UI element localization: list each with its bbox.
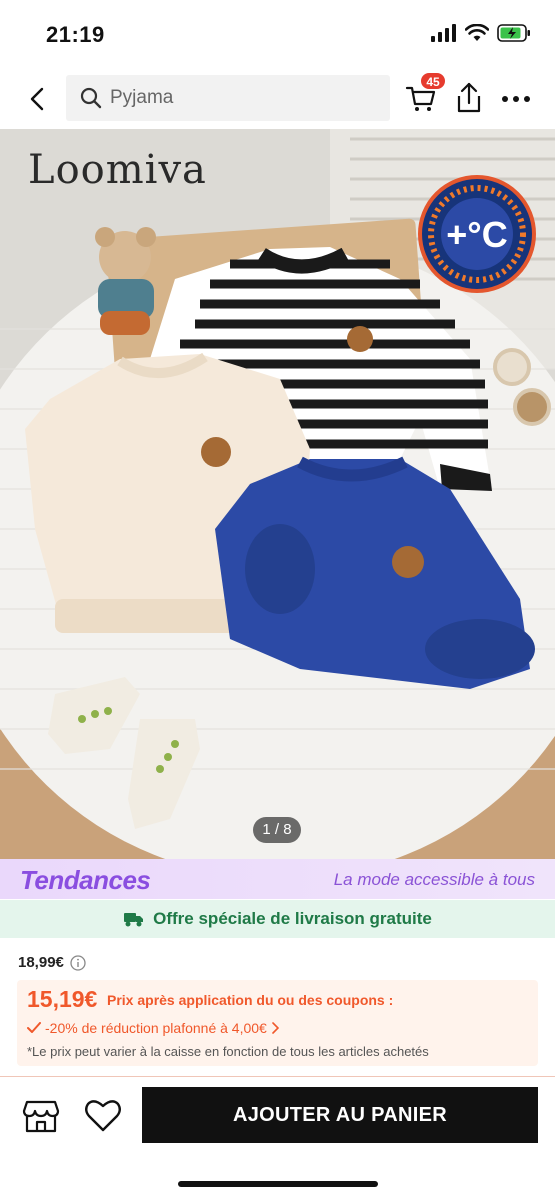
warmth-badge-icon: +°C	[418, 175, 536, 293]
back-button[interactable]	[20, 82, 54, 116]
status-icons	[431, 24, 531, 42]
original-price-row: 18,99€	[18, 954, 86, 971]
chevron-right-icon	[272, 1022, 279, 1034]
signal-icon	[431, 24, 456, 42]
back-arrow-icon	[30, 87, 44, 111]
original-price: 18,99€	[18, 954, 64, 971]
trends-logo: Tendances	[20, 865, 151, 895]
coupon-label: Prix après application du ou des coupons…	[107, 992, 394, 1008]
cart-count-badge: 45	[420, 72, 446, 90]
store-button[interactable]	[22, 1097, 60, 1135]
truck-icon	[124, 913, 144, 927]
info-icon[interactable]	[70, 954, 86, 971]
shipping-text: Offre spéciale de livraison gratuite	[153, 909, 432, 928]
search-icon	[80, 87, 102, 109]
warmth-badge-text: +°C	[446, 214, 507, 255]
search-input[interactable]: Pyjama	[66, 75, 390, 121]
battery-icon	[497, 24, 530, 42]
search-placeholder: Pyjama	[110, 87, 174, 108]
status-bar: 21:19	[0, 0, 555, 70]
coupon-price: 15,19€	[27, 986, 98, 1012]
trends-tagline: La mode accessible à tous	[333, 870, 535, 889]
coupon-discount-text: -20% de réduction plafonné à 4,00€	[45, 1020, 267, 1036]
add-to-cart-button[interactable]: AJOUTER AU PANIER	[142, 1087, 538, 1143]
trends-banner[interactable]: Tendances La mode accessible à tous	[0, 859, 555, 899]
brand-logo: Loomiva	[28, 147, 207, 193]
top-nav: Pyjama 45	[0, 70, 555, 128]
store-icon	[22, 1100, 60, 1133]
more-icon	[502, 96, 530, 102]
share-button[interactable]	[452, 80, 486, 116]
bottom-action-bar: AJOUTER AU PANIER	[0, 1076, 555, 1200]
price-note: *Le prix peut varier à la caisse en fonc…	[27, 1044, 429, 1059]
heart-icon	[85, 1100, 121, 1132]
free-shipping-banner[interactable]: Offre spéciale de livraison gratuite	[0, 900, 555, 938]
wishlist-button[interactable]	[84, 1098, 122, 1134]
wifi-icon	[465, 24, 489, 41]
home-indicator[interactable]	[178, 1181, 378, 1187]
status-time: 21:19	[46, 22, 105, 47]
image-counter: 1 / 8	[253, 817, 301, 843]
coupon-discount-row[interactable]: -20% de réduction plafonné à 4,00€	[27, 1020, 279, 1036]
check-icon	[27, 1022, 41, 1033]
coupon-price-box[interactable]: 15,19€ Prix après application du ou des …	[17, 980, 538, 1066]
share-icon	[457, 82, 481, 113]
product-image[interactable]: Loomiva +°C 1 / 8	[0, 129, 555, 859]
more-options-button[interactable]	[500, 84, 534, 114]
